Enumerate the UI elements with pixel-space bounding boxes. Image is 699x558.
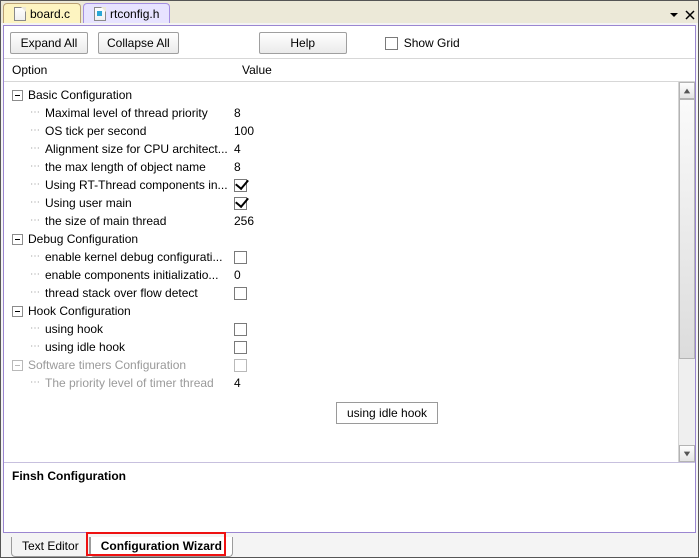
option-row[interactable]: ⋯The priority level of timer thread 4	[12, 374, 678, 392]
option-row[interactable]: ⋯the size of main thread 256	[12, 212, 678, 230]
tab-board-c[interactable]: board.c	[3, 3, 81, 23]
option-row[interactable]: ⋯using idle hook	[12, 338, 678, 356]
option-row[interactable]: ⋯the max length of object name 8	[12, 158, 678, 176]
detail-title: Finsh Configuration	[12, 469, 126, 483]
tree-dots-icon: ⋯	[30, 288, 41, 298]
show-grid-checkbox[interactable]: Show Grid	[385, 36, 460, 50]
tab-text-editor[interactable]: Text Editor	[11, 537, 90, 557]
option-row[interactable]: ⋯OS tick per second 100	[12, 122, 678, 140]
tab-label: rtconfig.h	[110, 7, 159, 21]
option-row[interactable]: ⋯using hook	[12, 320, 678, 338]
help-button[interactable]: Help	[259, 32, 347, 54]
column-value: Value	[242, 63, 689, 77]
option-row[interactable]: ⋯Alignment size for CPU architect... 4	[12, 140, 678, 158]
tree-area: Basic Configuration ⋯Maximal level of th…	[4, 82, 695, 462]
value-checkbox[interactable]	[234, 341, 247, 354]
tree-dots-icon: ⋯	[30, 108, 41, 118]
footer-tab-strip: Text Editor Configuration Wizard	[1, 535, 698, 557]
tab-menu-dropdown[interactable]	[666, 7, 682, 23]
option-row[interactable]: ⋯Using RT-Thread components in...	[12, 176, 678, 194]
column-option: Option	[12, 63, 242, 77]
checkbox-box	[385, 37, 398, 50]
config-tree: Basic Configuration ⋯Maximal level of th…	[4, 82, 678, 462]
option-row[interactable]: ⋯enable components initializatio... 0	[12, 266, 678, 284]
section-basic[interactable]: Basic Configuration	[12, 86, 678, 104]
collapse-icon[interactable]	[12, 306, 23, 317]
value-checkbox[interactable]	[234, 323, 247, 336]
option-value[interactable]: 4	[234, 142, 241, 156]
tree-dots-icon: ⋯	[30, 180, 41, 190]
collapse-icon[interactable]	[12, 234, 23, 245]
h-file-icon	[94, 7, 106, 21]
tree-dots-icon: ⋯	[30, 162, 41, 172]
show-grid-label: Show Grid	[404, 36, 460, 50]
vertical-scrollbar[interactable]	[678, 82, 695, 462]
c-file-icon	[14, 7, 26, 21]
tree-dots-icon: ⋯	[30, 144, 41, 154]
option-value[interactable]: 8	[234, 160, 241, 174]
tree-dots-icon: ⋯	[30, 126, 41, 136]
section-hook[interactable]: Hook Configuration	[12, 302, 678, 320]
value-checkbox[interactable]	[234, 179, 247, 192]
expand-all-button[interactable]: Expand All	[10, 32, 88, 54]
config-panel: Expand All Collapse All Help Show Grid O…	[3, 25, 696, 533]
tree-dots-icon: ⋯	[30, 216, 41, 226]
value-checkbox[interactable]	[234, 197, 247, 210]
option-row[interactable]: ⋯enable kernel debug configurati...	[12, 248, 678, 266]
collapse-all-button[interactable]: Collapse All	[98, 32, 179, 54]
toolbar: Expand All Collapse All Help Show Grid	[4, 26, 695, 58]
tab-rtconfig-h[interactable]: rtconfig.h	[83, 3, 170, 23]
detail-panel: Finsh Configuration	[4, 462, 695, 532]
option-row[interactable]: ⋯Maximal level of thread priority 8	[12, 104, 678, 122]
section-debug[interactable]: Debug Configuration	[12, 230, 678, 248]
column-headers: Option Value	[4, 58, 695, 82]
value-checkbox[interactable]	[234, 251, 247, 264]
tree-dots-icon: ⋯	[30, 324, 41, 334]
scroll-up-arrow[interactable]	[679, 82, 695, 99]
file-tab-strip: board.c rtconfig.h	[1, 1, 698, 23]
close-tab-icon[interactable]	[682, 7, 698, 23]
value-checkbox[interactable]	[234, 359, 247, 372]
option-value[interactable]: 256	[234, 214, 254, 228]
editor-frame: board.c rtconfig.h Expand All Collapse A…	[0, 0, 699, 558]
option-value[interactable]: 100	[234, 124, 254, 138]
tree-dots-icon: ⋯	[30, 378, 41, 388]
option-value[interactable]: 0	[234, 268, 241, 282]
collapse-icon[interactable]	[12, 90, 23, 101]
option-value[interactable]: 8	[234, 106, 241, 120]
tree-dots-icon: ⋯	[30, 342, 41, 352]
tab-configuration-wizard[interactable]: Configuration Wizard	[90, 537, 233, 557]
section-timers[interactable]: Software timers Configuration	[12, 356, 678, 374]
tree-dots-icon: ⋯	[30, 198, 41, 208]
collapse-icon[interactable]	[12, 360, 23, 371]
scroll-thumb[interactable]	[679, 99, 695, 359]
option-value[interactable]: 4	[234, 376, 241, 390]
tree-dots-icon: ⋯	[30, 270, 41, 280]
scroll-down-arrow[interactable]	[679, 445, 695, 462]
tree-dots-icon: ⋯	[30, 252, 41, 262]
scroll-track[interactable]	[679, 99, 695, 445]
option-row[interactable]: ⋯thread stack over flow detect	[12, 284, 678, 302]
tab-label: board.c	[30, 7, 70, 21]
option-row[interactable]: ⋯Using user main	[12, 194, 678, 212]
value-checkbox[interactable]	[234, 287, 247, 300]
